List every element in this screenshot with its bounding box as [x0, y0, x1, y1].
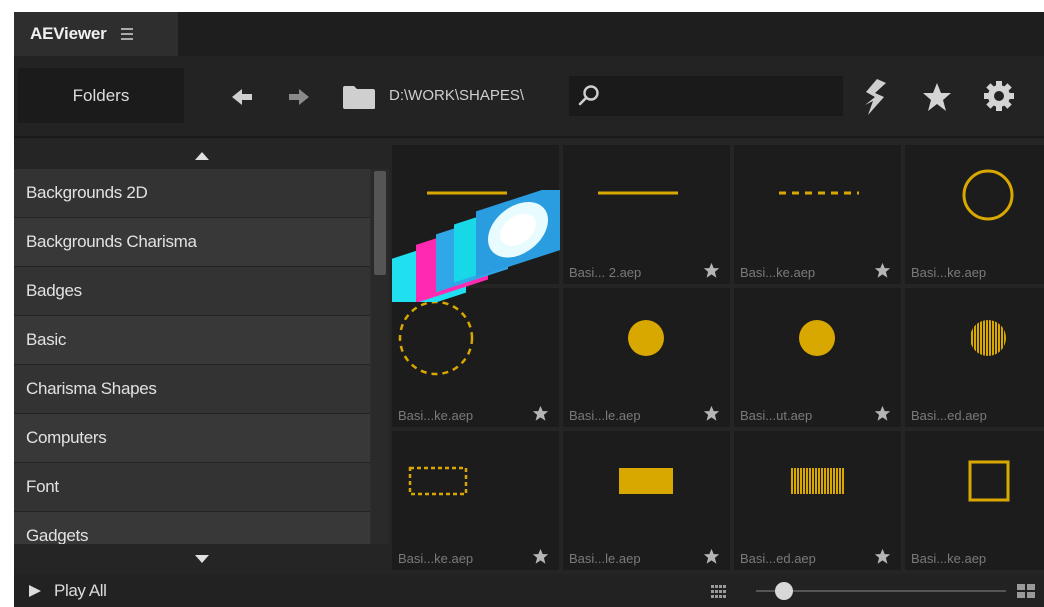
play-all-button[interactable]: Play All	[28, 574, 107, 607]
shape-preview	[408, 466, 468, 496]
thumbnail-tile[interactable]: Basi...le.aep	[563, 431, 730, 570]
favorite-star-icon[interactable]	[874, 405, 891, 422]
scrollbar-thumb[interactable]	[374, 171, 386, 275]
chevron-down-icon	[194, 554, 209, 563]
favorite-star-icon[interactable]	[703, 262, 720, 279]
play-icon	[29, 584, 41, 597]
tile-filename: Basi... 2.aep	[569, 265, 642, 280]
folders-button[interactable]: Folders	[18, 68, 184, 123]
thumbnail-size-slider[interactable]	[756, 582, 1006, 600]
scroll-down-button[interactable]	[14, 544, 389, 573]
tile-filename: Basi...ed.aep	[740, 551, 816, 566]
stacked-previews-image	[392, 190, 560, 302]
hamburger-icon[interactable]	[120, 28, 133, 40]
thumbnail-tile[interactable]: Basi...ke.aep	[905, 431, 1044, 570]
back-arrow-icon[interactable]	[232, 88, 254, 106]
folder-item[interactable]: Badges	[14, 267, 370, 316]
folder-list: Backgrounds 2D Backgrounds Charisma Badg…	[14, 169, 370, 544]
thumbnail-tile[interactable]: Basi...ke.aep	[392, 431, 559, 570]
tile-filename: Basi...ke.aep	[911, 265, 987, 280]
thumbnail-tile[interactable]: Basi...ke.aep	[392, 288, 559, 427]
shape-preview	[791, 468, 845, 494]
folder-item[interactable]: Backgrounds Charisma	[14, 218, 370, 267]
shape-preview	[779, 191, 859, 195]
search-box[interactable]	[569, 76, 843, 116]
small-grid-icon[interactable]	[710, 582, 728, 600]
favorite-star-icon[interactable]	[532, 548, 549, 565]
thumbnail-tile[interactable]: Basi... 2.aep	[563, 145, 730, 284]
large-grid-icon[interactable]	[1016, 582, 1036, 600]
favorite-star-icon[interactable]	[874, 548, 891, 565]
favorite-star-icon[interactable]	[703, 548, 720, 565]
folder-icon[interactable]	[342, 84, 376, 110]
current-path[interactable]: D:\WORK\SHAPES\	[389, 87, 524, 104]
chevron-up-icon	[194, 152, 209, 160]
favorite-star-icon[interactable]	[874, 262, 891, 279]
thumbnail-tile[interactable]: Basi...ke.aep	[905, 145, 1044, 284]
tile-filename: Basi...ed.aep	[911, 408, 987, 423]
shape-preview	[598, 191, 678, 195]
tile-filename: Basi...ke.aep	[398, 551, 474, 566]
clean-icon[interactable]	[860, 77, 890, 117]
tab-bar: AEViewer	[14, 12, 1044, 56]
favorite-star-icon[interactable]	[532, 405, 549, 422]
panel-tab[interactable]: AEViewer	[14, 12, 178, 56]
tile-filename: Basi...ke.aep	[398, 408, 474, 423]
tile-filename: Basi...le.aep	[569, 408, 641, 423]
shape-preview	[962, 169, 1014, 221]
folder-sidebar: Backgrounds 2D Backgrounds Charisma Badg…	[14, 143, 389, 573]
thumbnail-tile[interactable]: Basi...ed.aep	[734, 431, 901, 570]
folder-item[interactable]: Gadgets	[14, 512, 370, 544]
thumbnail-tile[interactable]: Basi...le.aep	[563, 288, 730, 427]
tile-filename: Basi...ut.aep	[740, 408, 813, 423]
thumbnail-tile[interactable]: Basi...ke.aep	[734, 145, 901, 284]
folder-item[interactable]: Computers	[14, 414, 370, 463]
favorite-star-icon[interactable]	[703, 405, 720, 422]
shape-preview	[628, 320, 664, 356]
sidebar-scrollbar[interactable]	[371, 169, 389, 544]
tile-filename: Basi...ke.aep	[740, 265, 816, 280]
slider-knob[interactable]	[774, 582, 793, 600]
slider-track	[756, 590, 1006, 592]
tile-filename: Basi...ke.aep	[911, 551, 987, 566]
gear-icon[interactable]	[982, 79, 1016, 113]
star-icon[interactable]	[922, 82, 952, 112]
shape-preview	[968, 460, 1010, 502]
folder-item[interactable]: Basic	[14, 316, 370, 365]
shape-preview	[970, 320, 1006, 356]
tile-filename: Basi...le.aep	[569, 551, 641, 566]
toolbar: Folders D:\WORK\SHAPES\	[14, 56, 1044, 138]
footer-bar: Play All	[14, 574, 1044, 607]
aeviewer-panel: AEViewer Folders D:\WORK\SHAPES\ Backgro…	[14, 12, 1044, 607]
shape-preview	[398, 300, 474, 376]
shape-preview	[799, 320, 835, 356]
thumbnail-tile[interactable]: Basi...ed.aep	[905, 288, 1044, 427]
shape-preview	[619, 468, 673, 494]
forward-arrow-icon[interactable]	[289, 88, 311, 106]
play-all-label: Play All	[54, 580, 107, 600]
folder-item[interactable]: Backgrounds 2D	[14, 169, 370, 218]
folder-item[interactable]: Charisma Shapes	[14, 365, 370, 414]
scroll-up-button[interactable]	[14, 143, 389, 169]
panel-tab-title: AEViewer	[30, 24, 107, 43]
search-icon	[577, 84, 601, 108]
folder-item[interactable]: Font	[14, 463, 370, 512]
thumbnail-tile[interactable]: Basi...ut.aep	[734, 288, 901, 427]
search-input[interactable]	[605, 76, 835, 116]
